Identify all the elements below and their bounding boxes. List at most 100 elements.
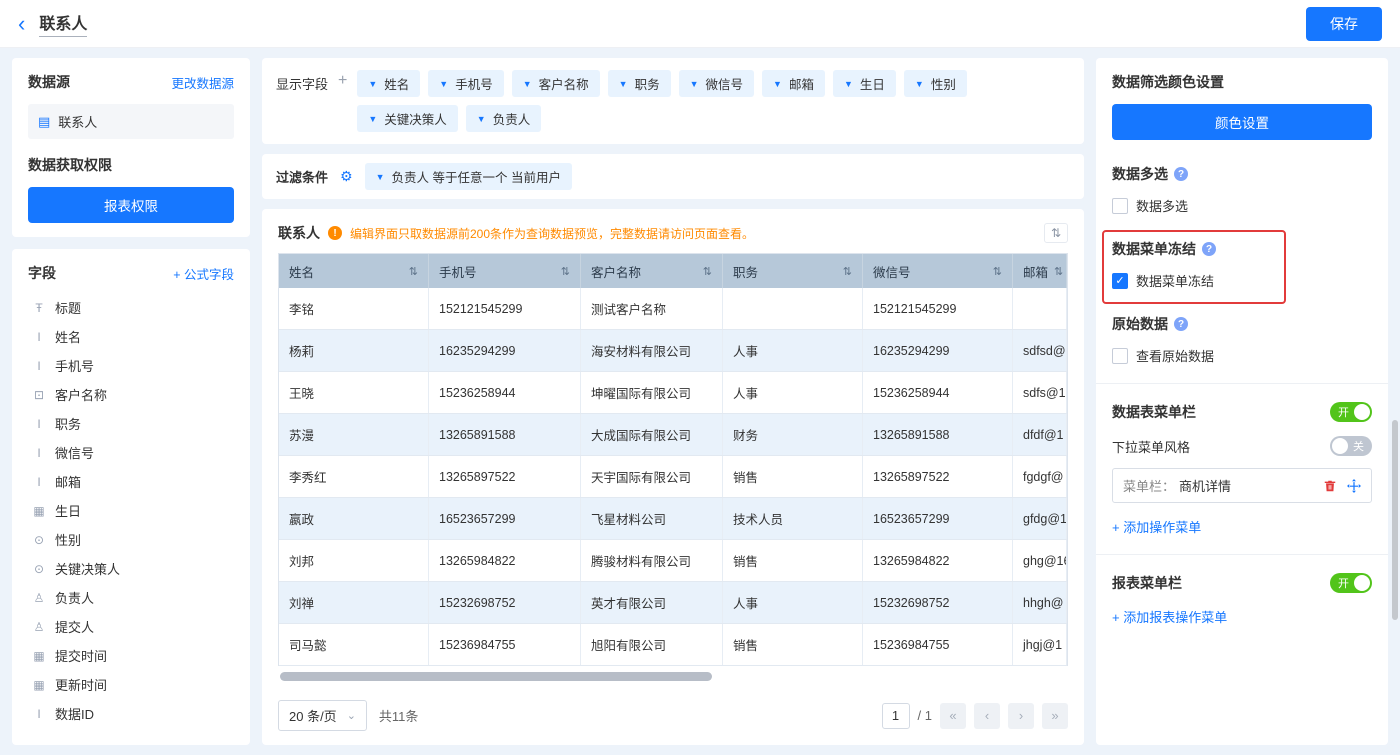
field-item[interactable]: ♙ 负责人 <box>28 583 234 612</box>
table-title: 联系人 <box>278 223 320 243</box>
cell-wechat: 15236984755 <box>863 624 1013 665</box>
display-field-chip[interactable]: ▼ 负责人 <box>466 105 541 132</box>
column-sort-icon[interactable]: ⇅ <box>1054 265 1063 278</box>
dropdown-style-toggle[interactable]: 关 <box>1330 436 1372 456</box>
chip-label: 姓名 <box>384 74 409 93</box>
checkbox-unchecked-icon[interactable] <box>1112 198 1128 214</box>
column-header[interactable]: 职务 ⇅ <box>723 254 863 288</box>
save-button[interactable]: 保存 <box>1306 7 1382 41</box>
checkbox-unchecked-icon[interactable] <box>1112 348 1128 364</box>
cell-customer: 测试客户名称 <box>581 288 723 329</box>
horizontal-scrollbar[interactable] <box>280 672 712 681</box>
display-field-chip[interactable]: ▼ 微信号 <box>679 70 754 97</box>
field-item[interactable]: I 手机号 <box>28 351 234 380</box>
display-field-chip[interactable]: ▼ 职务 <box>608 70 671 97</box>
filter-condition-chip[interactable]: ▼ 负责人 等于任意一个 当前用户 <box>365 163 572 190</box>
report-menu-toggle[interactable]: 开 <box>1330 573 1372 593</box>
report-permission-button[interactable]: 报表权限 <box>28 187 234 223</box>
column-header[interactable]: 客户名称 ⇅ <box>581 254 723 288</box>
next-page-button[interactable]: › <box>1008 703 1034 729</box>
field-item[interactable]: I 职务 <box>28 409 234 438</box>
toggle-off-label: 关 <box>1353 438 1364 454</box>
field-type-icon: ⊙ <box>32 562 46 576</box>
field-type-icon: ▦ <box>32 678 46 692</box>
table-row: 杨莉 16235294299 海安材料有限公司 人事 16235294299 s… <box>279 330 1067 372</box>
column-sort-icon[interactable]: ⇅ <box>409 265 418 278</box>
cell-customer: 坤曜国际有限公司 <box>581 372 723 413</box>
help-icon[interactable]: ? <box>1174 317 1188 331</box>
field-item[interactable]: ⊡ 客户名称 <box>28 380 234 409</box>
main-area: 数据源 更改数据源 ▤ 联系人 数据获取权限 报表权限 字段 + 公式字段 Ŧ … <box>0 48 1400 755</box>
center-panel: 显示字段 + ▼ 姓名 ▼ 手机号 ▼ 客户名称 <box>262 58 1084 745</box>
page-title[interactable]: 联系人 <box>39 10 87 37</box>
display-field-chip[interactable]: ▼ 姓名 <box>357 70 420 97</box>
page-size-select[interactable]: 20 条/页 ⌄ <box>278 700 367 731</box>
field-type-icon: I <box>32 330 46 344</box>
move-icon[interactable] <box>1347 479 1361 493</box>
column-sort-icon[interactable]: ⇅ <box>993 265 1002 278</box>
display-field-chip[interactable]: ▼ 生日 <box>833 70 896 97</box>
formula-field-link[interactable]: + 公式字段 <box>173 264 234 283</box>
add-display-field-button[interactable]: + <box>338 70 347 89</box>
page-input[interactable]: 1 <box>882 703 910 729</box>
first-page-button[interactable]: « <box>940 703 966 729</box>
field-type-icon: I <box>32 475 46 489</box>
field-item[interactable]: ♙ 提交人 <box>28 612 234 641</box>
chevron-down-icon: ▼ <box>368 114 377 124</box>
cell-phone: 13265984822 <box>429 540 581 581</box>
table-menu-toggle[interactable]: 开 <box>1330 402 1372 422</box>
change-datasource-link[interactable]: 更改数据源 <box>171 73 234 92</box>
add-action-menu-link[interactable]: + 添加操作菜单 <box>1112 517 1201 536</box>
field-item[interactable]: ▦ 更新时间 <box>28 670 234 699</box>
field-item[interactable]: I 数据ID <box>28 699 234 728</box>
column-header[interactable]: 姓名 ⇅ <box>279 254 429 288</box>
chevron-down-icon: ▼ <box>439 79 448 89</box>
color-settings-button[interactable]: 颜色设置 <box>1112 104 1372 140</box>
display-field-chip[interactable]: ▼ 手机号 <box>428 70 503 97</box>
column-header[interactable]: 微信号 ⇅ <box>863 254 1013 288</box>
display-field-chip[interactable]: ▼ 关键决策人 <box>357 105 457 132</box>
help-icon[interactable]: ? <box>1174 167 1188 181</box>
column-header[interactable]: 邮箱 ⇅ <box>1013 254 1067 288</box>
menu-freeze-checkbox-row[interactable]: ✓ 数据菜单冻结 <box>1112 271 1372 290</box>
field-item[interactable]: ▦ 提交时间 <box>28 641 234 670</box>
field-item[interactable]: I 微信号 <box>28 438 234 467</box>
field-item[interactable]: ▦ 生日 <box>28 496 234 525</box>
trash-icon[interactable] <box>1323 479 1337 493</box>
last-page-button[interactable]: » <box>1042 703 1068 729</box>
fields-title: 字段 <box>28 263 56 283</box>
field-item[interactable]: I 姓名 <box>28 322 234 351</box>
multi-select-checkbox-row[interactable]: 数据多选 <box>1112 196 1372 215</box>
field-item[interactable]: I 邮箱 <box>28 467 234 496</box>
raw-data-checkbox-label: 查看原始数据 <box>1136 346 1214 365</box>
cell-wechat: 15232698752 <box>863 582 1013 623</box>
field-item[interactable]: ⊙ 性别 <box>28 525 234 554</box>
raw-data-checkbox-row[interactable]: 查看原始数据 <box>1112 346 1372 365</box>
vertical-scrollbar[interactable] <box>1392 420 1398 620</box>
datasource-item[interactable]: ▤ 联系人 <box>28 104 234 139</box>
field-label: 职务 <box>55 414 81 433</box>
menu-item-row[interactable]: 菜单栏： 商机详情 <box>1112 468 1372 503</box>
table-row: 司马懿 15236984755 旭阳有限公司 销售 15236984755 jh… <box>279 624 1067 666</box>
page-size-value: 20 条/页 <box>289 706 337 725</box>
column-sort-icon[interactable]: ⇅ <box>843 265 852 278</box>
field-item[interactable]: ⊙ 关键决策人 <box>28 554 234 583</box>
column-sort-icon[interactable]: ⇅ <box>561 265 570 278</box>
chevron-down-icon: ▼ <box>844 79 853 89</box>
gear-icon[interactable]: ⚙ <box>340 168 353 185</box>
back-icon[interactable]: ‹ <box>18 13 25 35</box>
sort-order-button[interactable]: ⇅ <box>1044 223 1068 243</box>
menu-freeze-checkbox-label: 数据菜单冻结 <box>1136 271 1214 290</box>
help-icon[interactable]: ? <box>1202 242 1216 256</box>
field-item[interactable]: Ŧ 标题 <box>28 293 234 322</box>
add-report-menu-link[interactable]: + 添加报表操作菜单 <box>1112 607 1227 626</box>
prev-page-button[interactable]: ‹ <box>974 703 1000 729</box>
toggle-knob <box>1332 438 1348 454</box>
menu-freeze-title: 数据菜单冻结 <box>1112 239 1196 259</box>
display-field-chip[interactable]: ▼ 客户名称 <box>512 70 600 97</box>
display-field-chip[interactable]: ▼ 邮箱 <box>762 70 825 97</box>
column-header[interactable]: 手机号 ⇅ <box>429 254 581 288</box>
column-sort-icon[interactable]: ⇅ <box>703 265 712 278</box>
checkbox-checked-icon[interactable]: ✓ <box>1112 273 1128 289</box>
display-field-chip[interactable]: ▼ 性别 <box>904 70 967 97</box>
